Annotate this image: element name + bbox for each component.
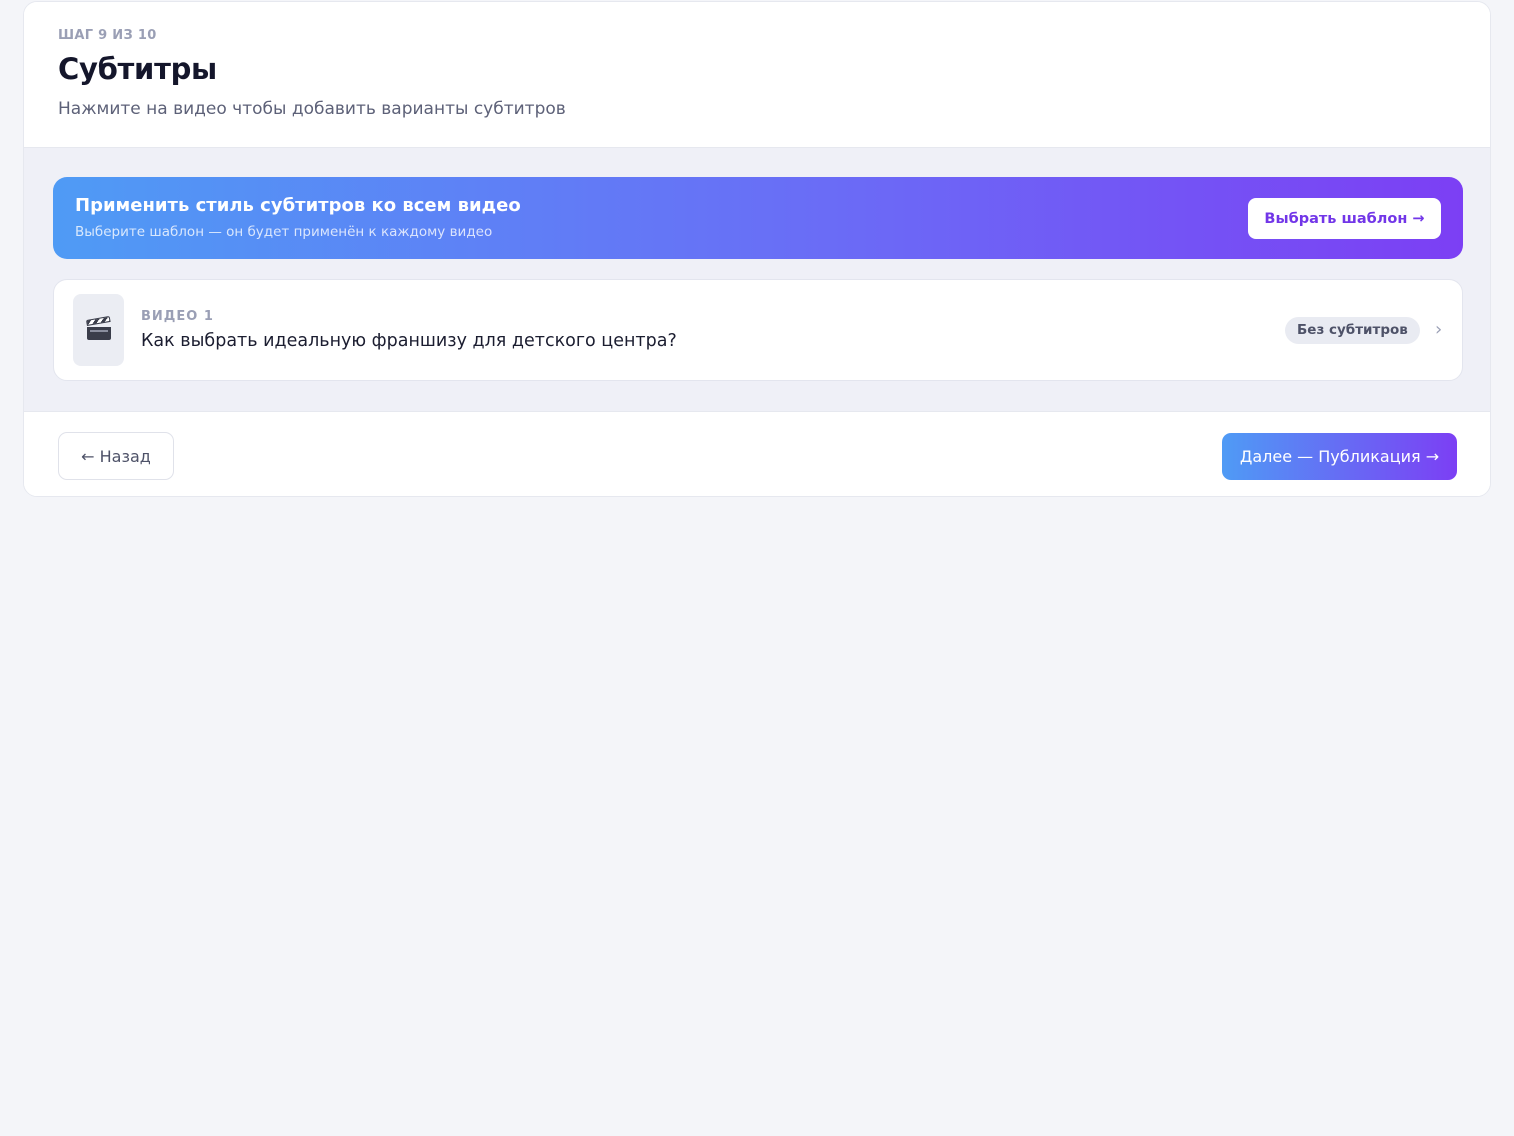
wizard-card: ШАГ 9 ИЗ 10 Субтитры Нажмите на видео чт…: [23, 1, 1491, 497]
video-list-item[interactable]: ВИДЕО 1 Как выбрать идеальную франшизу д…: [53, 279, 1463, 381]
wizard-header: ШАГ 9 ИЗ 10 Субтитры Нажмите на видео чт…: [24, 2, 1490, 148]
video-number-label: ВИДЕО 1: [141, 309, 214, 324]
page-subtitle: Нажмите на видео чтобы добавить варианты…: [58, 99, 566, 119]
step-indicator: ШАГ 9 ИЗ 10: [58, 28, 157, 43]
subtitle-status-badge: Без субтитров: [1285, 317, 1420, 344]
page-title: Субтитры: [58, 52, 217, 86]
video-thumbnail: [73, 294, 124, 366]
apply-style-banner: Применить стиль субтитров ко всем видео …: [53, 177, 1463, 259]
back-button[interactable]: ← Назад: [58, 432, 174, 480]
banner-subtitle: Выберите шаблон — он будет применён к ка…: [75, 224, 493, 240]
clapperboard-icon: [85, 315, 111, 340]
choose-template-button[interactable]: Выбрать шаблон →: [1248, 198, 1441, 239]
video-title: Как выбрать идеальную франшизу для детск…: [141, 331, 677, 351]
chevron-right-icon: ›: [1435, 319, 1443, 340]
banner-title: Применить стиль субтитров ко всем видео: [75, 195, 521, 216]
content-area: Применить стиль субтитров ко всем видео …: [24, 148, 1490, 411]
wizard-footer: ← Назад Далее — Публикация →: [24, 411, 1490, 496]
next-publish-button[interactable]: Далее — Публикация →: [1222, 433, 1457, 480]
